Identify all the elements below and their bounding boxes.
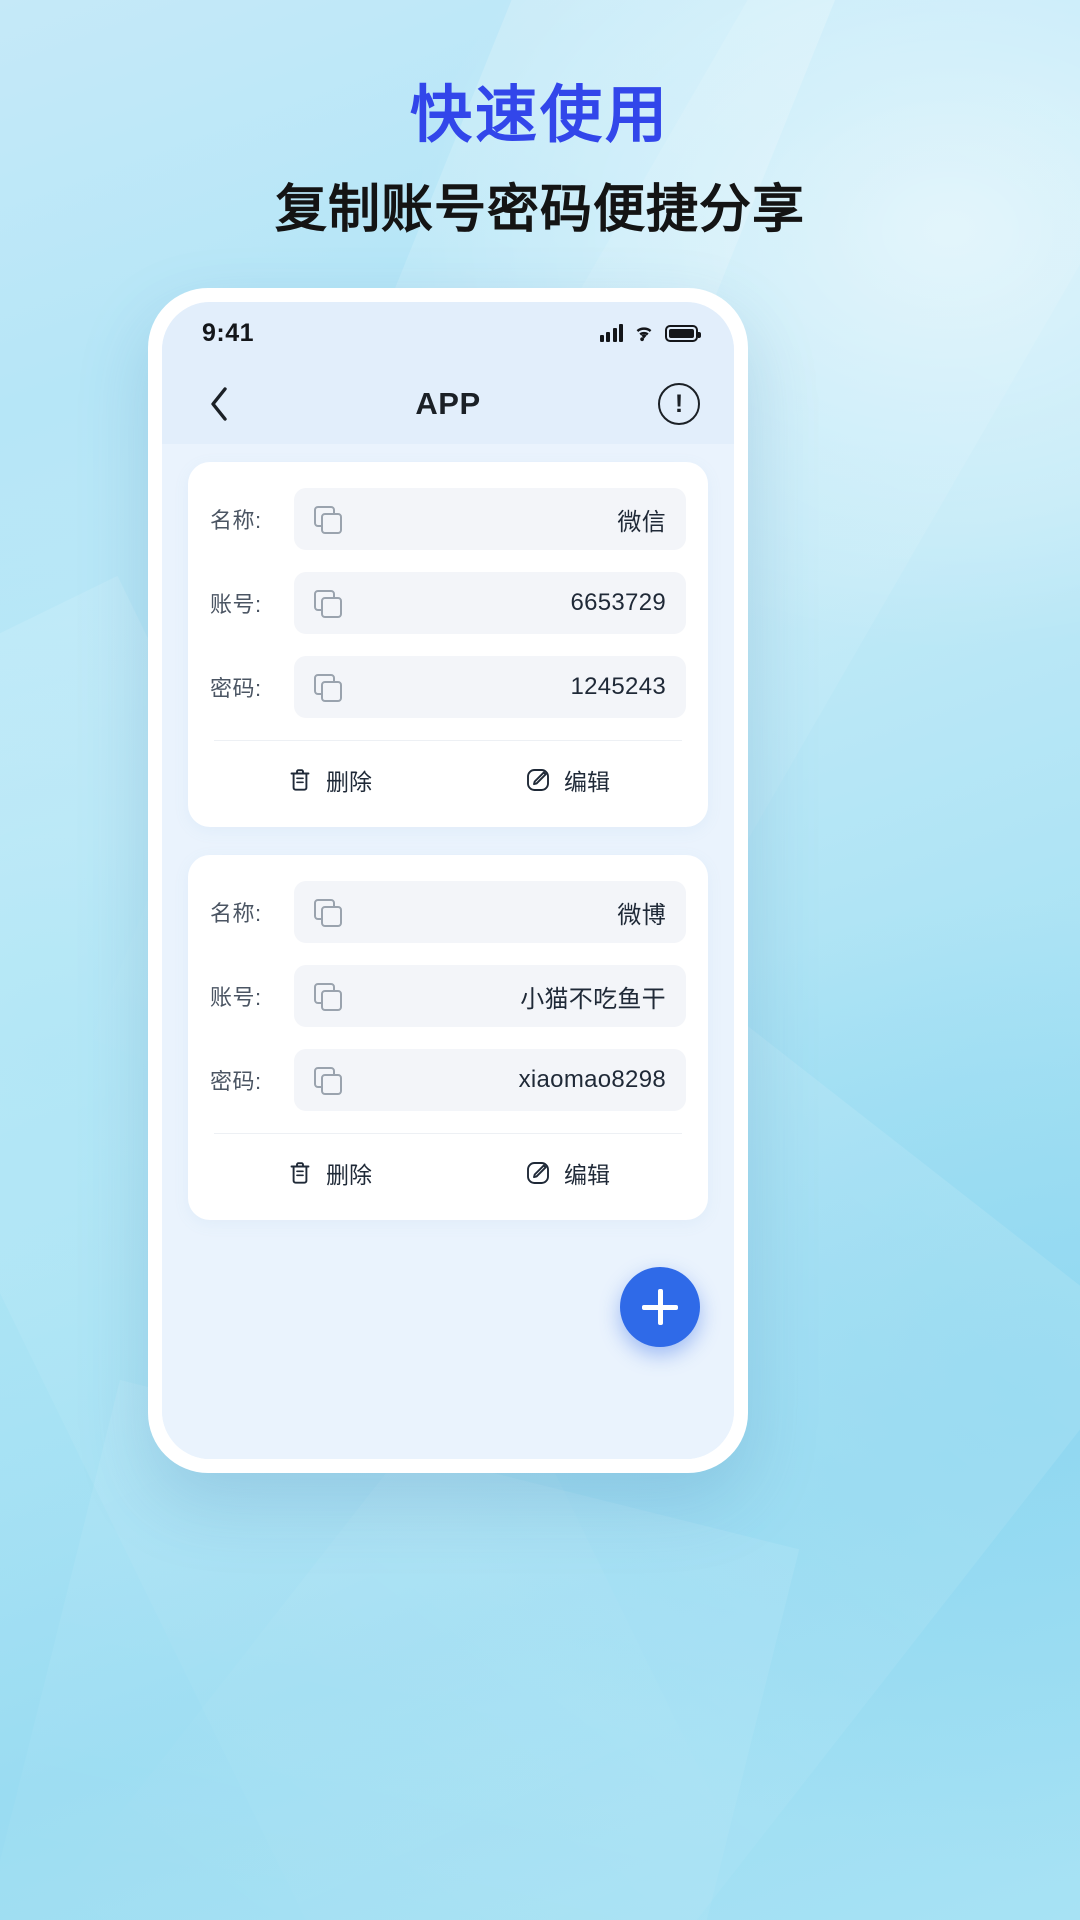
info-circle-icon[interactable]: !	[658, 383, 700, 425]
back-button[interactable]	[196, 381, 242, 427]
card-actions: 删除 编辑	[210, 1134, 686, 1212]
delete-label: 删除	[326, 769, 372, 795]
wifi-icon	[636, 327, 652, 342]
status-bar-time: 9:41	[202, 318, 255, 347]
promo-header: 快速使用 复制账号密码便捷分享	[0, 80, 1080, 242]
phone-mockup-frame: 9:41 APP ! 名称: 微信 账号: 6653729 密码: 124524…	[148, 288, 748, 1473]
entry-card: 名称: 微信 账号: 6653729 密码: 1245243 删除 编辑	[188, 462, 708, 827]
status-bar-icons	[599, 324, 701, 342]
add-entry-fab[interactable]	[620, 1267, 700, 1347]
phone-screen: 9:41 APP ! 名称: 微信 账号: 6653729 密码: 124524…	[162, 302, 734, 1459]
delete-button[interactable]: 删除	[210, 741, 448, 819]
delete-label: 删除	[326, 1162, 372, 1188]
field-row-password: 密码: 1245243	[210, 656, 686, 718]
field-value-box[interactable]: 小猫不吃鱼干	[294, 965, 686, 1027]
trash-icon	[290, 769, 310, 791]
edit-pencil-icon	[527, 769, 549, 791]
field-row-account: 账号: 6653729	[210, 572, 686, 634]
field-value: xiaomao8298	[518, 1066, 666, 1093]
field-value-box[interactable]: 1245243	[294, 656, 686, 718]
battery-full-icon	[665, 324, 701, 342]
copy-icon[interactable]	[314, 983, 342, 1011]
cellular-signal-icon	[599, 324, 623, 342]
edit-label: 编辑	[564, 1162, 610, 1188]
chevron-left-icon	[211, 387, 227, 421]
copy-icon[interactable]	[314, 590, 342, 618]
card-actions: 删除 编辑	[210, 741, 686, 819]
field-row-account: 账号: 小猫不吃鱼干	[210, 965, 686, 1027]
field-value: 6653729	[570, 589, 666, 616]
field-row-name: 名称: 微博	[210, 881, 686, 943]
promo-background: 快速使用 复制账号密码便捷分享 9:41 APP ! 名称: 微信 账号: 66…	[0, 0, 1080, 1920]
field-label: 密码:	[210, 676, 262, 701]
field-value: 1245243	[570, 673, 666, 700]
promo-subtitle: 复制账号密码便捷分享	[274, 181, 805, 240]
field-value-box[interactable]: 6653729	[294, 572, 686, 634]
field-label: 名称:	[210, 901, 262, 926]
screen-body: 名称: 微信 账号: 6653729 密码: 1245243 删除 编辑 名称:…	[162, 444, 734, 1459]
field-label: 密码:	[210, 1069, 262, 1094]
edit-button[interactable]: 编辑	[448, 741, 686, 819]
field-value-box[interactable]: 微博	[294, 881, 686, 943]
field-value-box[interactable]: 微信	[294, 488, 686, 550]
copy-icon[interactable]	[314, 899, 342, 927]
field-value: 微博	[617, 901, 666, 929]
nav-bar: APP !	[162, 364, 734, 444]
promo-title: 快速使用	[409, 81, 670, 150]
edit-pencil-icon	[527, 1162, 549, 1184]
edit-button[interactable]: 编辑	[448, 1134, 686, 1212]
field-value: 小猫不吃鱼干	[520, 985, 666, 1013]
info-glyph: !	[674, 389, 684, 418]
copy-icon[interactable]	[314, 674, 342, 702]
plus-icon	[642, 1289, 678, 1325]
status-bar: 9:41	[162, 302, 734, 364]
field-label: 账号:	[210, 592, 262, 617]
field-value: 微信	[617, 508, 666, 536]
entry-card: 名称: 微博 账号: 小猫不吃鱼干 密码: xiaomao8298 删除 编辑	[188, 855, 708, 1220]
edit-label: 编辑	[564, 769, 610, 795]
page-title: APP	[415, 386, 481, 421]
field-label: 账号:	[210, 985, 262, 1010]
copy-icon[interactable]	[314, 506, 342, 534]
trash-icon	[290, 1162, 310, 1184]
field-value-box[interactable]: xiaomao8298	[294, 1049, 686, 1111]
delete-button[interactable]: 删除	[210, 1134, 448, 1212]
copy-icon[interactable]	[314, 1067, 342, 1095]
field-row-password: 密码: xiaomao8298	[210, 1049, 686, 1111]
field-label: 名称:	[210, 508, 262, 533]
field-row-name: 名称: 微信	[210, 488, 686, 550]
